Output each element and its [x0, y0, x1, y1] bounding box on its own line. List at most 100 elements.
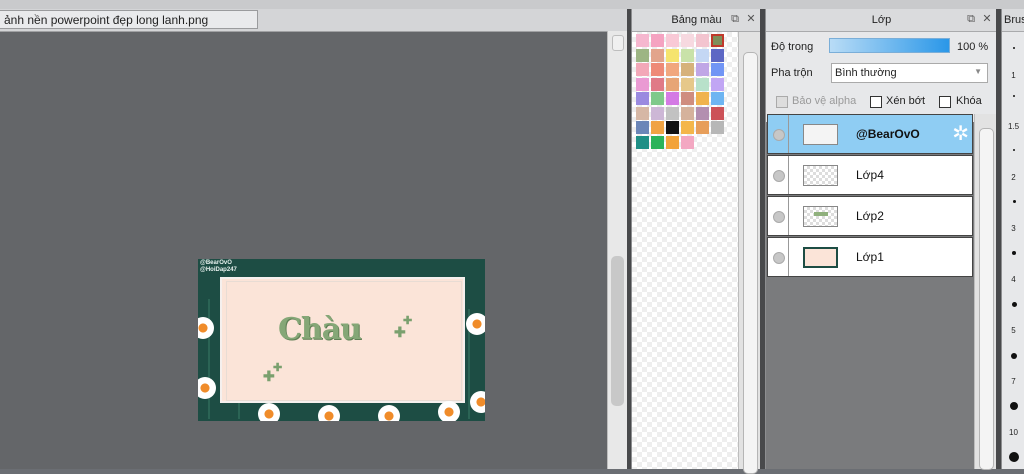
canvas-vertical-scrollbar[interactable] [607, 31, 628, 469]
canvas-area[interactable]: ảnh nền powerpoint đẹp long lanh.png @Be… [0, 9, 628, 469]
close-icon[interactable]: ✕ [745, 13, 757, 25]
color-swatch[interactable] [681, 48, 694, 62]
color-swatch[interactable] [666, 106, 679, 120]
color-swatch[interactable] [696, 77, 709, 91]
color-swatch[interactable] [636, 121, 649, 134]
layers-title: Lớp [871, 14, 892, 26]
clipping-checkbox[interactable] [870, 96, 882, 108]
color-swatch[interactable] [696, 92, 709, 105]
protect-alpha-label: Bảo vệ alpha [792, 95, 857, 107]
color-swatch[interactable] [711, 63, 724, 76]
artwork-title: Chàu [278, 312, 362, 347]
color-swatch[interactable] [666, 34, 679, 47]
color-swatch[interactable] [681, 135, 694, 149]
layer-thumbnail [803, 124, 838, 145]
color-swatch[interactable] [681, 77, 694, 91]
brush-size-label[interactable]: 4 [1002, 275, 1024, 284]
color-swatch[interactable] [636, 135, 649, 149]
daisy-decoration [198, 317, 214, 339]
color-swatch[interactable] [696, 63, 709, 76]
layer-thumbnail [803, 165, 838, 186]
color-swatch[interactable] [711, 106, 724, 120]
color-swatch[interactable] [711, 77, 724, 91]
brush-size-label[interactable]: 1 [1002, 71, 1024, 80]
daisy-decoration [378, 405, 400, 421]
color-swatch[interactable] [636, 77, 649, 91]
layers-panel: Lớp ⧉ ✕ Độ trong 100 % Pha trộn Bình thư… [765, 9, 998, 470]
color-swatch[interactable] [711, 92, 724, 105]
protect-alpha-checkbox[interactable] [776, 96, 788, 108]
scrollbar-thumb[interactable] [611, 256, 624, 406]
visibility-icon[interactable] [773, 129, 785, 141]
color-swatch[interactable] [651, 77, 664, 91]
blend-label: Pha trộn [771, 67, 813, 79]
color-swatch[interactable] [696, 34, 709, 47]
brush-size-label[interactable]: 10 [1002, 428, 1024, 437]
undock-icon[interactable]: ⧉ [729, 13, 741, 25]
color-swatch[interactable] [666, 63, 679, 76]
watermark-hoidap: @HoiDap247 [200, 267, 237, 273]
layer-name: @BearOvO [856, 127, 920, 141]
color-swatch[interactable] [681, 92, 694, 105]
artwork-canvas[interactable]: @BearOvO @HoiDap247 Chàu ✚ ✚ ✚ ✚ [198, 259, 485, 421]
color-swatch[interactable] [711, 121, 724, 134]
visibility-icon[interactable] [773, 211, 785, 223]
color-swatch[interactable] [666, 77, 679, 91]
visibility-icon[interactable] [773, 252, 785, 264]
layer-row[interactable]: Lớp2 [767, 196, 973, 236]
watermark-bearovo: @BearOvO [200, 260, 232, 266]
close-icon[interactable]: ✕ [981, 13, 993, 25]
color-swatch[interactable] [651, 48, 664, 62]
scrollbar-thumb[interactable] [743, 52, 758, 474]
sparkle-decoration: ✚ [273, 362, 283, 374]
layer-row[interactable]: @BearOvO ✲ [767, 114, 973, 154]
opacity-slider[interactable] [829, 38, 950, 53]
blend-mode-select[interactable]: Bình thường ▼ [831, 63, 988, 83]
color-swatch[interactable] [666, 92, 679, 105]
color-swatch[interactable] [636, 34, 649, 47]
color-swatch[interactable] [651, 63, 664, 76]
color-swatch[interactable] [681, 63, 694, 76]
scroll-up-arrow-icon[interactable] [612, 35, 624, 51]
scrollbar-thumb[interactable] [979, 128, 994, 470]
visibility-icon[interactable] [773, 170, 785, 182]
palette-scrollbar[interactable] [738, 32, 762, 474]
brush-size-label[interactable]: 5 [1002, 326, 1024, 335]
color-swatch[interactable] [636, 48, 649, 62]
color-swatch[interactable] [666, 48, 679, 62]
color-swatch[interactable] [636, 92, 649, 105]
color-swatch[interactable] [651, 121, 664, 134]
palette-panel: Bảng màu ⧉ ✕ [631, 9, 762, 474]
color-swatch[interactable] [651, 106, 664, 120]
color-swatch[interactable] [666, 135, 679, 149]
color-swatch[interactable] [696, 106, 709, 120]
opacity-value: 100 % [957, 41, 989, 53]
document-tab[interactable]: ảnh nền powerpoint đẹp long lanh.png [0, 10, 258, 29]
layer-name: Lớp2 [856, 209, 884, 223]
lock-checkbox[interactable] [939, 96, 951, 108]
color-swatch[interactable] [651, 34, 664, 47]
color-swatch[interactable] [681, 121, 694, 134]
color-swatch[interactable] [666, 121, 679, 134]
gear-icon[interactable]: ✲ [952, 123, 969, 145]
color-swatch[interactable] [711, 34, 724, 47]
color-swatch[interactable] [651, 92, 664, 105]
brush-size-label[interactable]: 1.5 [1002, 122, 1024, 131]
color-swatch[interactable] [696, 48, 709, 62]
color-swatch[interactable] [711, 48, 724, 62]
color-swatch[interactable] [651, 135, 664, 149]
layer-row[interactable]: Lớp1 [767, 237, 973, 277]
layer-row[interactable]: Lớp4 [767, 155, 973, 195]
layers-scrollbar[interactable] [974, 114, 998, 470]
color-swatch[interactable] [681, 34, 694, 47]
color-swatch[interactable] [681, 106, 694, 120]
undock-icon[interactable]: ⧉ [965, 13, 977, 25]
layer-name: Lớp4 [856, 168, 884, 182]
color-swatch[interactable] [696, 121, 709, 134]
brush-size-label[interactable]: 2 [1002, 173, 1024, 182]
daisy-decoration [466, 313, 485, 335]
brush-size-label[interactable]: 7 [1002, 377, 1024, 386]
color-swatch[interactable] [636, 63, 649, 76]
brush-size-label[interactable]: 3 [1002, 224, 1024, 233]
color-swatch[interactable] [636, 106, 649, 120]
